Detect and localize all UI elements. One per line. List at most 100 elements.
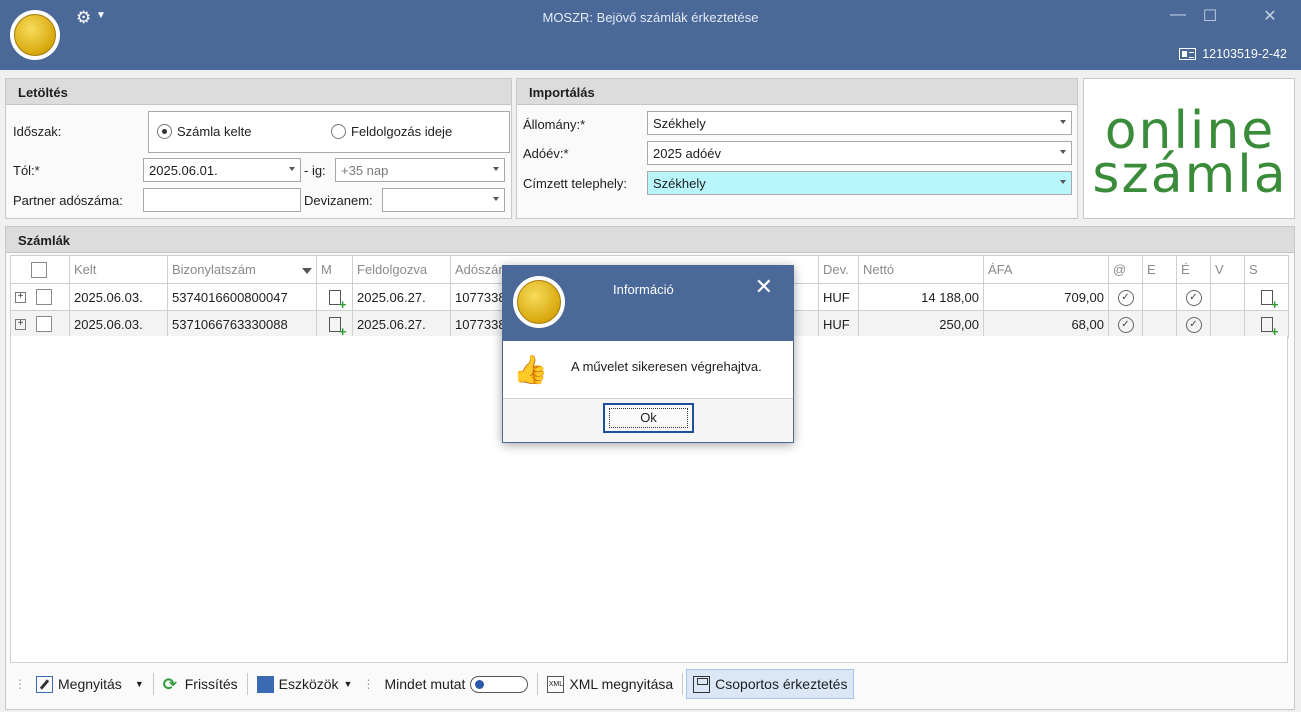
- column-header-email[interactable]: @: [1108, 255, 1143, 284]
- column-header-v[interactable]: V: [1210, 255, 1245, 284]
- chevron-down-icon[interactable]: [493, 197, 499, 201]
- cell-netto: 14 188,00: [858, 283, 984, 311]
- add-document-icon[interactable]: [328, 290, 347, 310]
- toolbar-divider: [682, 673, 684, 695]
- expand-icon[interactable]: +: [15, 318, 26, 330]
- toolbar-grip-icon[interactable]: ⋮: [358, 677, 378, 691]
- online-szamla-logo: online számla: [1083, 78, 1295, 219]
- save-icon: [693, 675, 711, 693]
- column-header-m[interactable]: M: [316, 255, 353, 284]
- file-value: Székhely: [653, 116, 706, 131]
- radio-invoice-date[interactable]: Számla kelte: [157, 124, 251, 139]
- dialog-message: A művelet sikeresen végrehajtva.: [571, 359, 762, 374]
- show-all-toggle[interactable]: Mindet mutat: [378, 669, 534, 699]
- column-header-kelt[interactable]: Kelt: [69, 255, 168, 284]
- partner-tax-label: Partner adószáma:: [13, 193, 123, 208]
- refresh-button[interactable]: ⟳ Frissítés: [157, 669, 244, 699]
- chevron-down-icon[interactable]: ▼: [344, 679, 353, 689]
- row-checkbox[interactable]: [36, 289, 52, 306]
- period-label: Időszak:: [13, 124, 62, 139]
- check-circle-icon: ✓: [1185, 317, 1202, 333]
- radio-dot-icon: [331, 124, 346, 139]
- to-date-value: +35 nap: [341, 163, 389, 178]
- year-select[interactable]: 2025 adóév: [647, 141, 1072, 165]
- open-button[interactable]: Megnyitás ▼: [30, 669, 150, 699]
- check-circle-icon: ✓: [1185, 290, 1202, 306]
- xml-open-button[interactable]: XML XML megnyitása: [541, 669, 679, 699]
- column-header-feldolgozva[interactable]: Feldolgozva: [352, 255, 451, 284]
- chevron-down-icon[interactable]: [1060, 150, 1066, 154]
- row-select-cell[interactable]: +: [10, 283, 70, 311]
- column-header-netto[interactable]: Nettó: [858, 255, 984, 284]
- year-label: Adóév:*: [523, 146, 569, 161]
- column-header-bizonylatszam-label: Bizonylatszám: [172, 262, 256, 277]
- partner-tax-input[interactable]: [143, 188, 301, 212]
- column-header-e-accent[interactable]: É: [1176, 255, 1211, 284]
- select-all-checkbox[interactable]: [31, 261, 47, 278]
- column-header-dev[interactable]: Dev.: [818, 255, 859, 284]
- cell-m[interactable]: [316, 310, 353, 338]
- ok-button-label: Ok: [609, 408, 688, 428]
- dialog-title: Információ: [613, 282, 674, 297]
- radio-invoice-date-label: Számla kelte: [177, 124, 252, 139]
- add-document-icon[interactable]: [1260, 290, 1279, 310]
- chevron-down-icon[interactable]: ▼: [135, 679, 144, 689]
- xml-file-icon: XML: [547, 675, 565, 693]
- dialog-body: 👍 A művelet sikeresen végrehajtva.: [503, 341, 793, 399]
- minimize-button[interactable]: —: [1163, 6, 1193, 28]
- id-card-icon: [1179, 48, 1197, 60]
- toolbar-divider: [537, 673, 539, 695]
- info-dialog: Információ ✕ 👍 A művelet sikeresen végre…: [502, 265, 794, 443]
- invoices-panel-title: Számlák: [6, 227, 1294, 253]
- cell-m[interactable]: [316, 283, 353, 311]
- cell-s[interactable]: [1244, 310, 1289, 338]
- chevron-down-icon[interactable]: [289, 167, 295, 171]
- site-value: Székhely: [653, 176, 706, 191]
- column-header-e[interactable]: E: [1142, 255, 1177, 284]
- toggle-switch[interactable]: [470, 675, 529, 693]
- maximize-button[interactable]: ☐: [1195, 6, 1225, 28]
- logo-line-2: számla: [1092, 145, 1288, 205]
- cell-s[interactable]: [1244, 283, 1289, 311]
- cell-v: [1210, 310, 1245, 338]
- currency-select[interactable]: [382, 188, 505, 212]
- add-document-icon[interactable]: [1260, 317, 1279, 337]
- row-select-cell[interactable]: +: [10, 310, 70, 338]
- toolbar-grip-icon[interactable]: ⋮: [10, 677, 30, 691]
- cell-afa: 709,00: [983, 283, 1109, 311]
- column-header-s[interactable]: S: [1244, 255, 1289, 284]
- radio-processing-date[interactable]: Feldolgozás ideje: [331, 124, 452, 139]
- radio-dot-icon: [157, 124, 172, 139]
- row-checkbox[interactable]: [36, 316, 52, 333]
- ok-button[interactable]: Ok: [603, 403, 694, 433]
- site-select[interactable]: Székhely: [647, 171, 1072, 195]
- cell-netto: 250,00: [858, 310, 984, 338]
- group-register-button[interactable]: Csoportos érkeztetés: [686, 669, 855, 699]
- add-document-icon[interactable]: [328, 317, 347, 337]
- select-all-header[interactable]: [10, 255, 70, 284]
- sort-down-icon[interactable]: [302, 268, 312, 274]
- app-coin-icon: [517, 280, 561, 324]
- to-date-field[interactable]: +35 nap: [335, 158, 505, 182]
- download-panel: Letöltés Időszak: Számla kelte Feldolgoz…: [5, 78, 512, 219]
- cell-afa: 68,00: [983, 310, 1109, 338]
- close-icon[interactable]: ✕: [755, 276, 773, 298]
- chevron-down-icon[interactable]: [1060, 180, 1066, 184]
- user-badge: 12103519-2-42: [1179, 47, 1287, 61]
- from-date-field[interactable]: 2025.06.01.: [143, 158, 301, 182]
- cell-dev: HUF: [818, 310, 859, 338]
- column-header-bizonylatszam[interactable]: Bizonylatszám: [167, 255, 317, 284]
- cell-feldolgozva: 2025.06.27.: [352, 283, 451, 311]
- site-label: Címzett telephely:: [523, 176, 628, 191]
- radio-processing-date-label: Feldolgozás ideje: [351, 124, 453, 139]
- tools-button[interactable]: Eszközök ▼: [251, 669, 359, 699]
- column-header-afa[interactable]: ÁFA: [983, 255, 1109, 284]
- chevron-down-icon[interactable]: [493, 167, 499, 171]
- expand-icon[interactable]: +: [15, 291, 26, 303]
- cell-bizonylatszam: 5374016600800047: [167, 283, 317, 311]
- cell-feldolgozva: 2025.06.27.: [352, 310, 451, 338]
- thumbs-up-icon: 👍: [513, 354, 548, 385]
- chevron-down-icon[interactable]: [1060, 120, 1066, 124]
- file-select[interactable]: Székhely: [647, 111, 1072, 135]
- close-button[interactable]: ✕: [1255, 6, 1285, 28]
